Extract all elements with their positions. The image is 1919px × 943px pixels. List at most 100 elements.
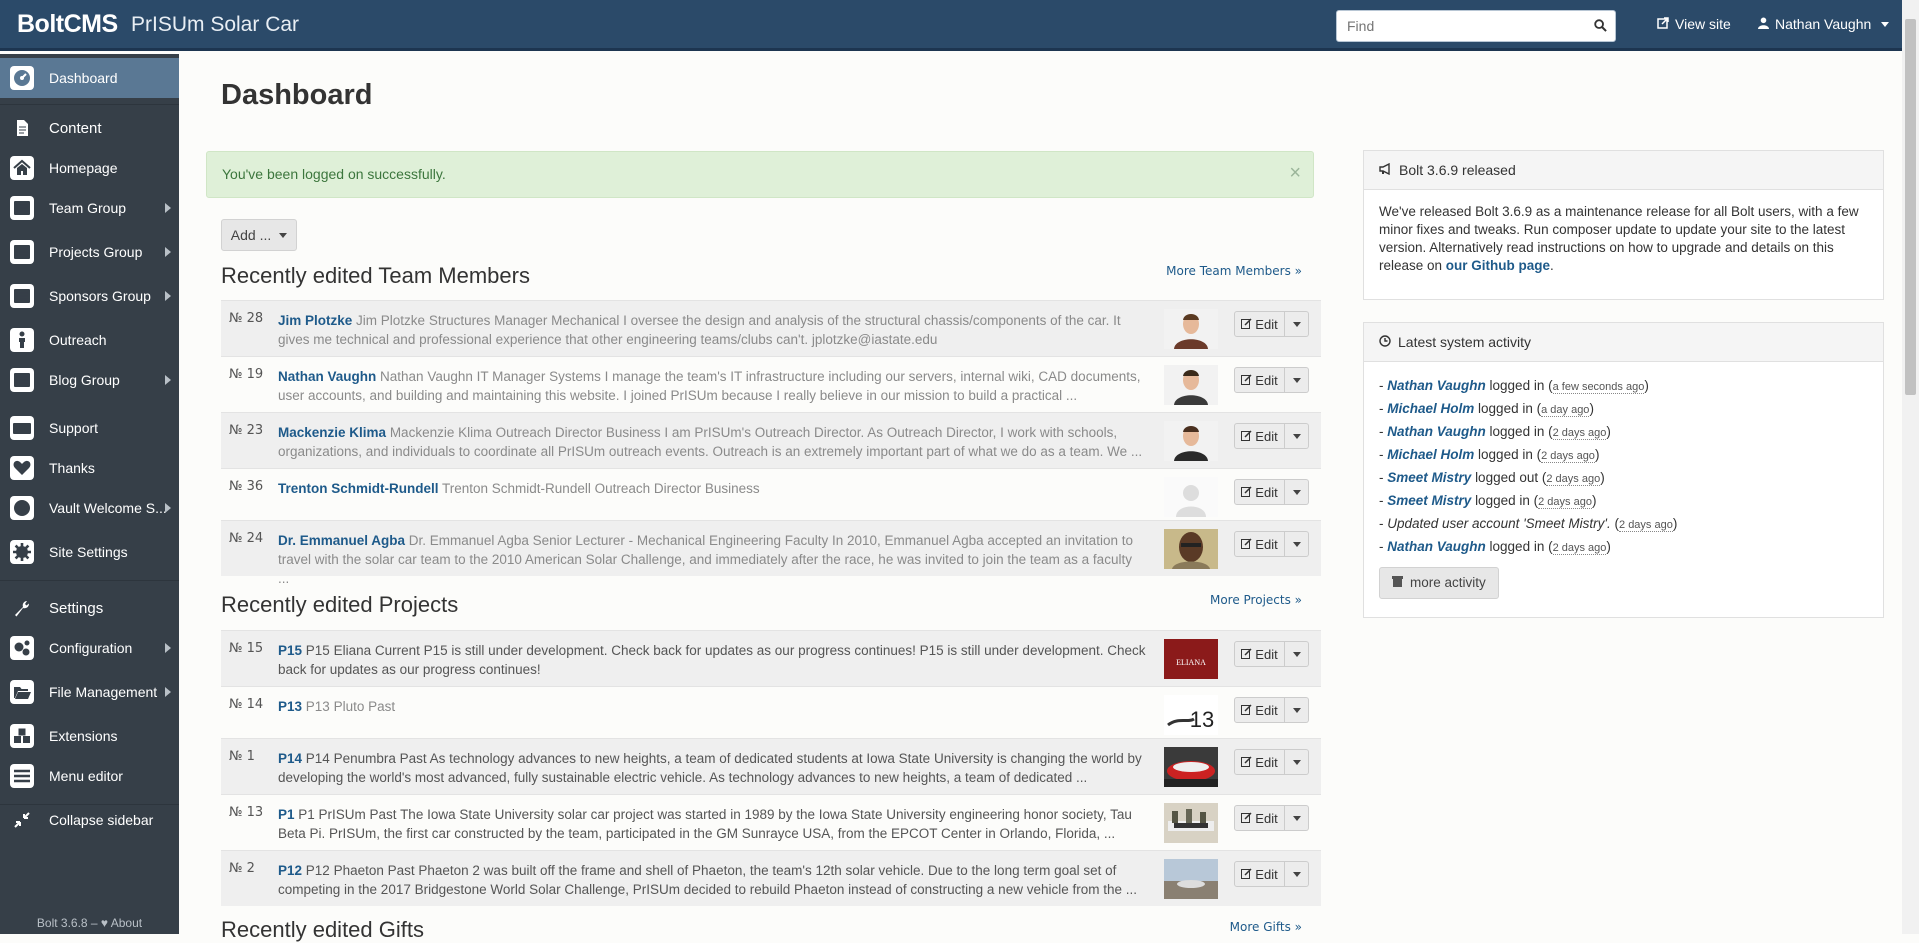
row-thumbnail[interactable]: ELIANA [1164, 639, 1218, 679]
sidebar-item-site-settings[interactable]: Site Settings [0, 532, 179, 572]
sidebar-item-projects-group[interactable]: Projects Group [0, 232, 179, 272]
row-title-link[interactable]: P12 [278, 863, 302, 878]
edit-dropdown-toggle[interactable] [1285, 697, 1309, 723]
activity-action: Updated user account 'Smeet Mistry'. [1387, 516, 1611, 531]
github-page-link[interactable]: our Github page [1446, 258, 1550, 273]
row-thumbnail[interactable] [1164, 365, 1218, 405]
row-title-link[interactable]: Nathan Vaughn [278, 369, 376, 384]
site-name[interactable]: PrISUm Solar Car [131, 13, 299, 37]
user-menu[interactable]: Nathan Vaughn [1758, 16, 1890, 32]
sidebar-item-sponsors-group[interactable]: Sponsors Group [0, 276, 179, 316]
edit-dropdown-toggle[interactable] [1285, 367, 1309, 393]
search-icon[interactable] [1594, 19, 1607, 35]
edit-button[interactable]: Edit [1234, 805, 1285, 831]
more-team-members-link[interactable]: More Team Members » [1166, 264, 1302, 278]
sidebar-item-dashboard[interactable]: Dashboard [0, 58, 179, 98]
activity-user-link[interactable]: Michael Holm [1387, 447, 1474, 462]
edit-icon [1241, 373, 1252, 388]
row-title-link[interactable]: P1 [278, 807, 295, 822]
row-thumbnail[interactable]: 13 [1164, 695, 1218, 735]
edit-dropdown-toggle[interactable] [1285, 479, 1309, 505]
list-icon [10, 284, 34, 308]
row-title-link[interactable]: P14 [278, 751, 302, 766]
row-title-link[interactable]: Jim Plotzke [278, 313, 352, 328]
news-panel-header: Bolt 3.6.9 released [1364, 151, 1883, 190]
edit-button[interactable]: Edit [1234, 423, 1285, 449]
edit-button[interactable]: Edit [1234, 479, 1285, 505]
activity-time: 2 days ago [1619, 519, 1673, 532]
sidebar: Dashboard Content Homepage Team Group Projec… [0, 54, 179, 934]
edit-button[interactable]: Edit [1234, 367, 1285, 393]
activity-user-link[interactable]: Smeet Mistry [1387, 493, 1471, 508]
sidebar-item-team-group[interactable]: Team Group [0, 188, 179, 228]
sidebar-item-support[interactable]: Support [0, 408, 179, 448]
activity-action: logged in [1489, 539, 1545, 554]
activity-user-link[interactable]: Nathan Vaughn [1387, 424, 1486, 439]
row-title-link[interactable]: Trenton Schmidt-Rundell [278, 481, 439, 496]
search-input[interactable] [1337, 11, 1577, 41]
sidebar-item-blog-group[interactable]: Blog Group [0, 360, 179, 400]
row-text: Jim Plotzke Structures Manager Mechanica… [278, 313, 1121, 347]
edit-dropdown-toggle[interactable] [1285, 423, 1309, 449]
sidebar-item-collapse-sidebar[interactable]: Collapse sidebar [0, 800, 179, 840]
edit-button[interactable]: Edit [1234, 641, 1285, 667]
activity-entry: - Michael Holm logged in (a day ago) [1379, 401, 1594, 417]
row-title-link[interactable]: P15 [278, 643, 302, 658]
row-thumbnail[interactable] [1164, 803, 1218, 843]
edit-button[interactable]: Edit [1234, 311, 1285, 337]
sidebar-item-extensions[interactable]: Extensions [0, 716, 179, 756]
row-title-link[interactable]: P13 [278, 699, 302, 714]
sidebar-item-file-management[interactable]: File Management [0, 672, 179, 712]
edit-dropdown-toggle[interactable] [1285, 641, 1309, 667]
edit-button[interactable]: Edit [1234, 749, 1285, 775]
bars-icon [10, 764, 34, 788]
edit-dropdown-toggle[interactable] [1285, 861, 1309, 887]
row-thumbnail[interactable] [1164, 477, 1218, 517]
sidebar-item-homepage[interactable]: Homepage [0, 148, 179, 188]
home-icon [10, 156, 34, 180]
sidebar-footer[interactable]: Bolt 3.6.8 – ♥ About [0, 910, 179, 934]
sidebar-item-settings[interactable]: Settings [0, 588, 179, 628]
sidebar-item-content[interactable]: Content [0, 108, 179, 148]
activity-user-link[interactable]: Michael Holm [1387, 401, 1474, 416]
row-thumbnail[interactable] [1164, 859, 1218, 899]
more-activity-button[interactable]: more activity [1379, 567, 1499, 599]
view-site-link[interactable]: View site [1657, 16, 1731, 32]
edit-dropdown-toggle[interactable] [1285, 805, 1309, 831]
row-thumbnail[interactable] [1164, 421, 1218, 461]
row-thumbnail[interactable] [1164, 309, 1218, 349]
edit-dropdown-toggle[interactable] [1285, 531, 1309, 557]
row-title-link[interactable]: Mackenzie Klima [278, 425, 386, 440]
activity-user-link[interactable]: Nathan Vaughn [1387, 378, 1486, 393]
sidebar-item-label: Projects Group [49, 244, 143, 260]
close-icon[interactable]: × [1289, 162, 1301, 185]
sidebar-item-menu-editor[interactable]: Menu editor [0, 756, 179, 796]
row-thumbnail[interactable] [1164, 529, 1218, 569]
row-text: Dr. Emmanuel Agba Senior Lecturer - Mech… [278, 533, 1133, 586]
activity-entry: - Smeet Mistry logged out (2 days ago) [1379, 470, 1605, 486]
edit-dropdown-toggle[interactable] [1285, 311, 1309, 337]
activity-action: logged out [1475, 470, 1539, 485]
sidebar-item-thanks[interactable]: Thanks [0, 448, 179, 488]
sidebar-item-outreach[interactable]: Outreach [0, 320, 179, 360]
sidebar-item-configuration[interactable]: Configuration [0, 628, 179, 668]
more-gifts-link[interactable]: More Gifts » [1230, 920, 1302, 934]
edit-button[interactable]: Edit [1234, 531, 1285, 557]
scrollbar[interactable] [1902, 0, 1919, 934]
brand-logo[interactable]: BoltCMS [17, 10, 118, 39]
dashboard-icon [10, 66, 34, 90]
edit-dropdown-toggle[interactable] [1285, 749, 1309, 775]
add-button[interactable]: Add ... [221, 219, 297, 251]
activity-action: logged in [1475, 493, 1530, 508]
more-projects-link[interactable]: More Projects » [1210, 593, 1302, 607]
gears-icon [10, 636, 34, 660]
activity-user-link[interactable]: Nathan Vaughn [1387, 539, 1486, 554]
scrollbar-thumb[interactable] [1905, 19, 1916, 395]
bullhorn-icon [1379, 162, 1392, 178]
edit-button[interactable]: Edit [1234, 697, 1285, 723]
row-thumbnail[interactable] [1164, 747, 1218, 787]
row-title-link[interactable]: Dr. Emmanuel Agba [278, 533, 405, 548]
sidebar-item-vault-welcome-s[interactable]: Vault Welcome S... [0, 488, 179, 528]
activity-user-link[interactable]: Smeet Mistry [1387, 470, 1471, 485]
edit-button[interactable]: Edit [1234, 861, 1285, 887]
